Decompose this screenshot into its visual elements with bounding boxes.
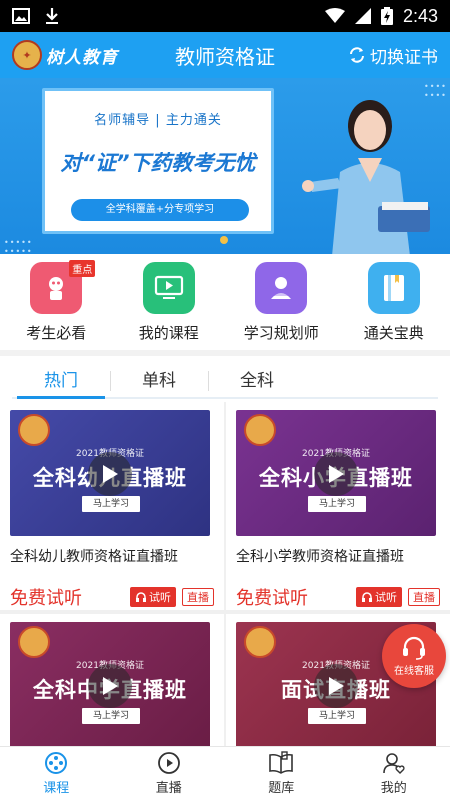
course-list: 2021教师资格证 全科幼儿直播班 马上学习 全科幼儿教师资格证直播班 免费试听…	[0, 402, 450, 746]
app-header: ✦ 树人教育 教师资格证 切换证书	[0, 32, 450, 78]
play-icon[interactable]	[88, 452, 132, 496]
brand-seal-icon	[18, 414, 50, 446]
quick-entry-handbook[interactable]: 通关宝典	[339, 262, 449, 343]
nav-mine[interactable]: 我的	[338, 747, 450, 800]
online-service-button[interactable]: 在线客服	[382, 624, 446, 688]
switch-certificate-button[interactable]: 切换证书	[348, 43, 450, 68]
tab-single-subject[interactable]: 单科	[110, 362, 208, 400]
thumb-study-button: 马上学习	[308, 708, 366, 724]
brand-logo: ✦ 树人教育	[0, 40, 150, 70]
course-title: 全科幼儿教师资格证直播班	[10, 549, 178, 565]
planner-icon	[255, 262, 308, 314]
course-card[interactable]: 2021教师资格证 全科小学直播班 马上学习 全科小学教师资格证直播班 免费试听…	[226, 402, 450, 610]
free-trial-label: 免费试听	[10, 588, 82, 609]
course-thumbnail[interactable]: 2021教师资格证 全科幼儿直播班 马上学习	[10, 410, 210, 536]
quick-entry-guide[interactable]: 重点 考生必看	[1, 260, 111, 343]
nav-label: 题库	[268, 781, 295, 796]
course-thumbnail[interactable]: 2021教师资格证 全科小学直播班 马上学习	[236, 410, 436, 536]
tab-all-subjects[interactable]: 全科	[208, 362, 306, 400]
teacher-illustration-icon	[302, 100, 430, 254]
category-tabs: 热门 单科 全科	[0, 362, 450, 400]
promo-banner[interactable]: ••••• ••••• •••• •••• 名师辅导 | 主力通关 对“证”下药教考…	[0, 78, 450, 254]
banner-card: 名师辅导 | 主力通关 对“证”下药教考无忧 全学科覆盖+分专项学习	[42, 88, 274, 234]
quick-entry-planner[interactable]: 学习规划师	[226, 262, 336, 343]
highlight-badge: 重点	[69, 260, 96, 277]
switch-certificate-label: 切换证书	[370, 47, 438, 68]
free-trial-label: 免费试听	[236, 588, 308, 609]
battery-icon	[380, 7, 393, 25]
status-time: 2:43	[402, 5, 438, 26]
course-title: 全科小学教师资格证直播班	[236, 549, 404, 565]
nav-live[interactable]: 直播	[113, 747, 226, 800]
brand-seal-icon	[18, 626, 50, 658]
quick-entry-row: 重点 考生必看 我的课程 学习规划师 通关宝典	[0, 254, 450, 356]
banner-pill: 全学科覆盖+分专项学习	[71, 199, 249, 221]
quick-entry-label: 学习规划师	[243, 324, 319, 342]
play-icon[interactable]	[314, 452, 358, 496]
nav-label: 直播	[155, 781, 182, 796]
book-icon	[367, 262, 420, 314]
quick-entry-label: 通关宝典	[363, 324, 424, 342]
live-tag: 直播	[182, 588, 214, 606]
film-reel-icon	[45, 752, 68, 774]
nav-label: 我的	[380, 781, 407, 796]
trial-listen-label: 试听	[375, 591, 397, 604]
online-service-label: 在线客服	[394, 665, 434, 677]
nav-courses[interactable]: 课程	[0, 747, 113, 800]
nav-question-bank[interactable]: 题库	[225, 747, 338, 800]
logo-text: 树人教育	[46, 47, 118, 68]
logo-emblem-icon: ✦	[12, 40, 42, 70]
brand-seal-icon	[244, 626, 276, 658]
quick-entry-my-courses[interactable]: 我的课程	[114, 262, 224, 343]
active-tab-indicator	[17, 396, 105, 399]
course-card[interactable]: 2021教师资格证 全科幼儿直播班 马上学习 全科幼儿教师资格证直播班 免费试听…	[0, 402, 224, 610]
wifi-icon	[324, 8, 345, 23]
play-circle-icon	[157, 752, 180, 774]
trial-listen-button[interactable]: 试听	[356, 587, 402, 607]
thumb-study-button: 马上学习	[82, 496, 140, 512]
carousel-indicator[interactable]	[220, 236, 228, 244]
play-icon[interactable]	[314, 664, 358, 708]
thumb-study-button: 马上学习	[82, 708, 140, 724]
trial-listen-button[interactable]: 试听	[130, 587, 176, 607]
image-notification-icon	[12, 8, 30, 24]
bottom-navigation: 课程 直播 题库 我的	[0, 746, 450, 800]
quick-entry-label: 我的课程	[138, 324, 199, 342]
open-book-icon	[269, 751, 294, 774]
status-bar: 2:43	[0, 0, 450, 32]
brand-seal-icon	[244, 414, 276, 446]
tab-hot[interactable]: 热门	[12, 362, 110, 400]
user-heart-icon	[382, 753, 405, 774]
signal-icon	[354, 8, 371, 24]
course-thumbnail[interactable]: 2021教师资格证 全科中学直播班 马上学习	[10, 622, 210, 746]
banner-headline: 对“证”下药教考无忧	[60, 151, 256, 175]
headphone-icon	[136, 592, 146, 602]
course-card[interactable]: 2021教师资格证 全科中学直播班 马上学习	[0, 614, 224, 746]
trial-listen-label: 试听	[149, 591, 171, 604]
quick-entry-label: 考生必看	[26, 324, 87, 342]
play-icon[interactable]	[88, 664, 132, 708]
headphone-icon	[362, 592, 372, 602]
video-course-icon	[142, 262, 195, 314]
dots-decoration-icon: ••••• •••••	[4, 238, 33, 254]
switch-icon	[350, 47, 364, 63]
thumb-study-button: 马上学习	[308, 496, 366, 512]
banner-subtitle: 名师辅导 | 主力通关	[94, 113, 222, 128]
download-notification-icon	[46, 8, 58, 24]
live-tag: 直播	[408, 588, 440, 606]
nav-label: 课程	[43, 781, 70, 796]
headset-icon	[403, 636, 425, 660]
